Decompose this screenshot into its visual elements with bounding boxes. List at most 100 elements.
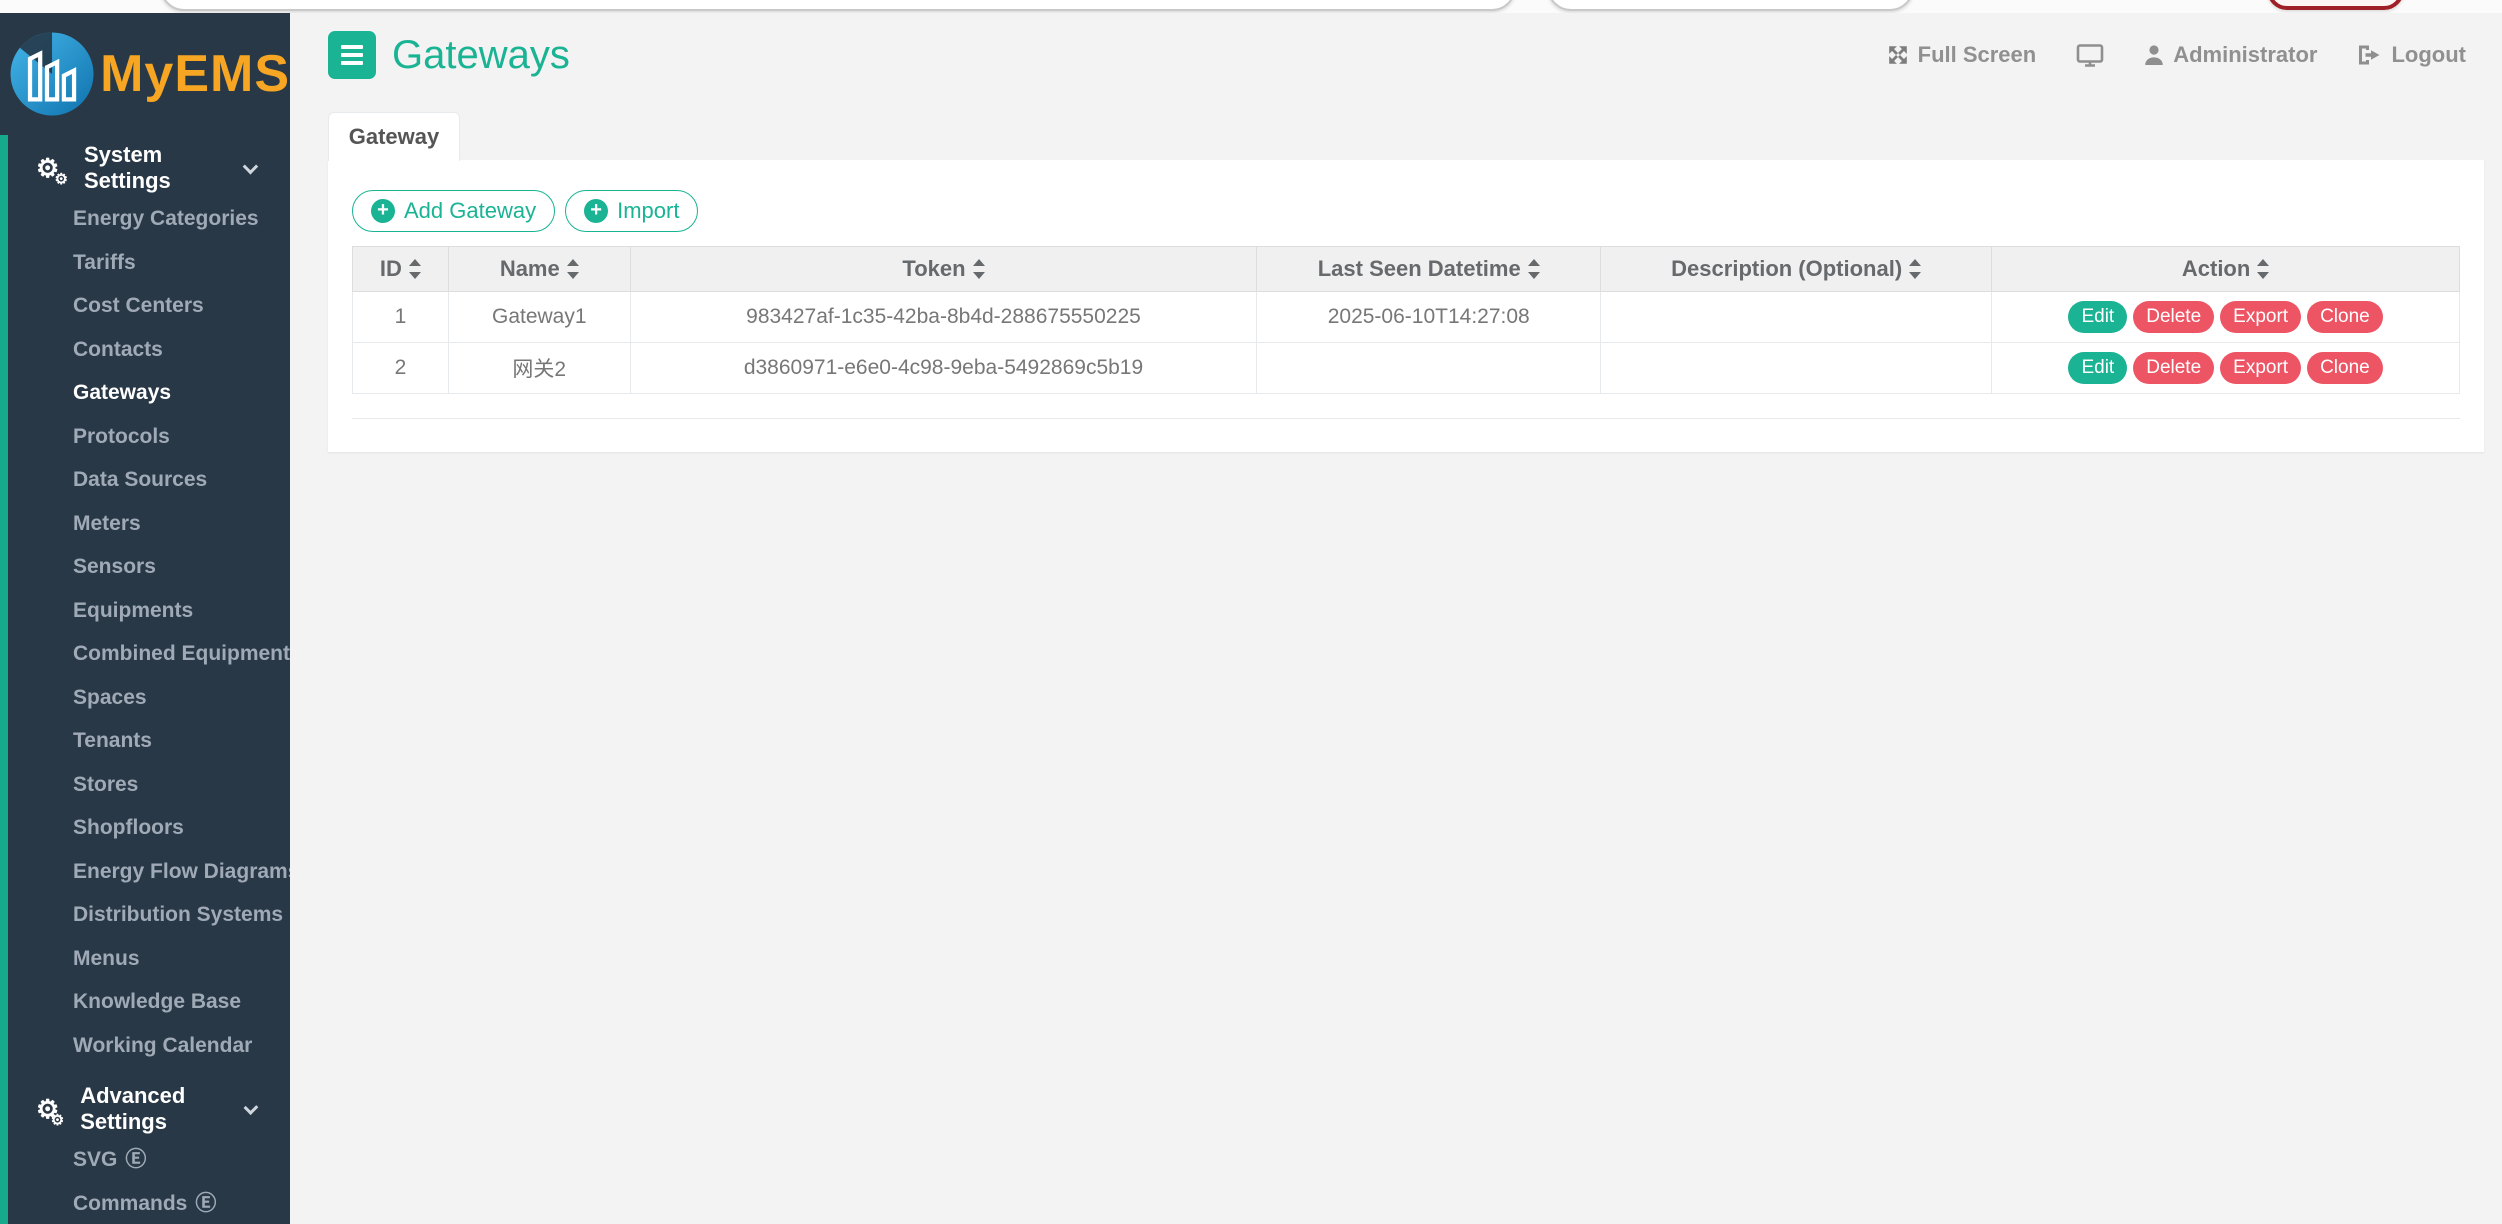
circled-e-icon: Ⓔ (125, 1148, 146, 1171)
top-cutoff-strip (0, 0, 2502, 13)
sidebar-item-equipments[interactable]: Equipments (0, 589, 290, 633)
brand-name: MyEMS (100, 44, 290, 104)
sidebar-item-shopfloors[interactable]: Shopfloors (0, 806, 290, 850)
monitor-icon (2076, 43, 2104, 68)
sidebar-section-system-settings[interactable]: ⚙⚙ System Settings (0, 145, 290, 191)
sidebar-item-menus[interactable]: Menus (0, 937, 290, 981)
column-header-action[interactable]: Action (1992, 247, 2460, 292)
sidebar-item-knowledge-base[interactable]: Knowledge Base (0, 980, 290, 1024)
brand-logo[interactable]: MyEMS (0, 13, 290, 135)
sidebar-item-stores[interactable]: Stores (0, 763, 290, 807)
cutoff-input-right[interactable] (1547, 0, 1914, 11)
sidebar-item-sensors[interactable]: Sensors (0, 545, 290, 589)
cell-name: Gateway1 (448, 292, 630, 343)
sort-icon (973, 259, 985, 279)
cell-id: 1 (353, 292, 449, 343)
cell-id: 2 (353, 343, 449, 394)
clone-button[interactable]: Clone (2307, 301, 2383, 333)
table-row: 2 网关2 d3860971-e6e0-4c98-9eba-5492869c5b… (353, 343, 2460, 394)
sidebar-item-energy-categories[interactable]: Energy Categories (0, 197, 290, 241)
advanced-settings-menu: SVGⒺ Commands Ⓔ (0, 1138, 290, 1224)
sort-icon (2257, 259, 2269, 279)
cell-last-seen (1257, 343, 1601, 394)
column-header-last-seen[interactable]: Last Seen Datetime (1257, 247, 1601, 292)
edit-button[interactable]: Edit (2068, 301, 2127, 333)
export-button[interactable]: Export (2220, 301, 2301, 333)
gears-icon: ⚙⚙ (36, 1094, 66, 1125)
page-title: Gateways (392, 33, 570, 78)
sidebar-accent-strip (0, 135, 8, 1224)
table-footer-divider (352, 418, 2460, 419)
sidebar-item-tenants[interactable]: Tenants (0, 719, 290, 763)
full-screen-button[interactable]: Full Screen (1887, 42, 2037, 68)
gears-icon: ⚙⚙ (36, 153, 70, 184)
expand-arrows-icon (1887, 44, 1909, 66)
sidebar-item-protocols[interactable]: Protocols (0, 415, 290, 459)
sign-out-icon (2357, 44, 2382, 66)
sort-icon (1528, 259, 1540, 279)
column-header-name[interactable]: Name (448, 247, 630, 292)
edit-button[interactable]: Edit (2068, 352, 2127, 384)
logout-button[interactable]: Logout (2357, 42, 2466, 68)
import-label: Import (617, 198, 679, 224)
sidebar-item-distribution-systems[interactable]: Distribution Systems (0, 893, 290, 937)
plus-circle-icon (584, 199, 608, 223)
cell-token: 983427af-1c35-42ba-8b4d-288675550225 (630, 292, 1257, 343)
cell-actions: EditDeleteExportClone (1992, 343, 2460, 394)
table-row: 1 Gateway1 983427af-1c35-42ba-8b4d-28867… (353, 292, 2460, 343)
sidebar-item-data-sources[interactable]: Data Sources (0, 458, 290, 502)
item-label: Commands (73, 1192, 187, 1215)
sidebar-section-advanced-settings[interactable]: ⚙⚙ Advanced Settings (0, 1086, 290, 1132)
sidebar-item-gateways[interactable]: Gateways (0, 371, 290, 415)
sidebar: MyEMS ⚙⚙ System Settings Energy Categori… (0, 13, 290, 1224)
cell-description (1601, 292, 1992, 343)
column-header-description[interactable]: Description (Optional) (1601, 247, 1992, 292)
tab-gateway[interactable]: Gateway (328, 112, 460, 161)
sidebar-toggle-button[interactable] (328, 31, 376, 79)
cell-token: d3860971-e6e0-4c98-9eba-5492869c5b19 (630, 343, 1257, 394)
cell-actions: EditDeleteExportClone (1992, 292, 2460, 343)
sidebar-item-spaces[interactable]: Spaces (0, 676, 290, 720)
logout-label: Logout (2391, 42, 2466, 68)
delete-button[interactable]: Delete (2133, 352, 2214, 384)
cutoff-red-button[interactable] (2267, 0, 2404, 10)
user-menu[interactable]: Administrator (2144, 42, 2317, 68)
sidebar-item-working-calendar[interactable]: Working Calendar (0, 1024, 290, 1068)
user-label: Administrator (2173, 42, 2317, 68)
table-header-row: ID Name Token Last Seen Datetime Descrip… (353, 247, 2460, 292)
main-header: Gateways Full Screen (290, 13, 2502, 97)
user-icon (2144, 44, 2164, 66)
cell-description (1601, 343, 1992, 394)
sort-icon (567, 259, 579, 279)
column-header-id[interactable]: ID (353, 247, 449, 292)
cell-last-seen: 2025-06-10T14:27:08 (1257, 292, 1601, 343)
system-settings-menu: Energy Categories Tariffs Cost Centers C… (0, 197, 290, 1067)
sidebar-item-commands[interactable]: Commands Ⓔ (0, 1182, 290, 1224)
column-header-token[interactable]: Token (630, 247, 1257, 292)
export-button[interactable]: Export (2220, 352, 2301, 384)
section-label: System Settings (84, 142, 245, 194)
sort-icon (1909, 259, 1921, 279)
sidebar-item-contacts[interactable]: Contacts (0, 328, 290, 372)
plus-circle-icon (371, 199, 395, 223)
sidebar-item-combined-equipments[interactable]: Combined Equipments (0, 632, 290, 676)
circled-e-icon: Ⓔ (195, 1192, 216, 1215)
delete-button[interactable]: Delete (2133, 301, 2214, 333)
sort-icon (409, 259, 421, 279)
section-label: Advanced Settings (80, 1083, 246, 1135)
display-toggle-button[interactable] (2076, 43, 2104, 68)
clone-button[interactable]: Clone (2307, 352, 2383, 384)
full-screen-label: Full Screen (1918, 42, 2037, 68)
import-button[interactable]: Import (565, 190, 698, 232)
myems-logo-icon (8, 22, 96, 126)
sidebar-item-svg[interactable]: SVGⒺ (0, 1138, 290, 1182)
add-gateway-button[interactable]: Add Gateway (352, 190, 555, 232)
sidebar-item-energy-flow-diagrams[interactable]: Energy Flow Diagrams (0, 850, 290, 894)
content-card: Add Gateway Import ID Name Token Last Se… (328, 160, 2484, 452)
cell-name: 网关2 (448, 343, 630, 394)
cutoff-input-left[interactable] (160, 0, 1516, 11)
tab-label: Gateway (349, 124, 440, 150)
sidebar-item-tariffs[interactable]: Tariffs (0, 241, 290, 285)
sidebar-item-meters[interactable]: Meters (0, 502, 290, 546)
sidebar-item-cost-centers[interactable]: Cost Centers (0, 284, 290, 328)
